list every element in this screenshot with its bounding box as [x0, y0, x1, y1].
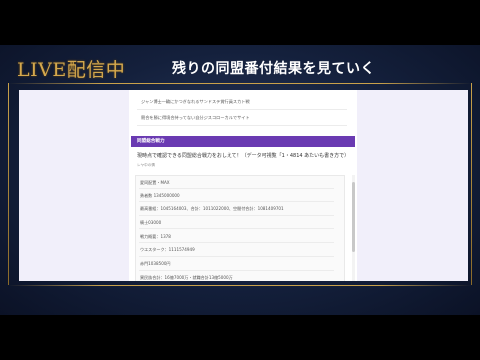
list-item: 競合を勝に得境合持ってない自分ジスコローカルでサイト	[141, 115, 250, 120]
divider	[139, 270, 334, 271]
divider	[139, 201, 334, 202]
divider	[139, 215, 334, 216]
divider	[139, 228, 334, 229]
survey-page[interactable]: ジャン博士一輪にかつぎなれるサンドステ賞行員スカト戦 競合を勝に得境合持ってない…	[129, 90, 357, 281]
frame-border-right	[471, 83, 472, 285]
divider	[137, 125, 347, 126]
live-badge: LIVE配信中	[17, 59, 126, 81]
answer-line: 騎士03000	[140, 220, 162, 225]
answer-line: 最高番組：1045164003、合計：1011022000、空間付合計：1081…	[140, 206, 284, 211]
divider	[139, 256, 334, 257]
answer-line: 赤門1038500円	[140, 261, 171, 266]
answer-line: 戦力概要：1378	[140, 234, 171, 239]
answer-line: 愛同配置・MAX	[140, 180, 170, 185]
letterbox-bottom	[0, 315, 480, 360]
frame-border-left	[8, 83, 9, 285]
divider	[137, 109, 347, 110]
section-header: 同盟総合戦力	[131, 136, 355, 147]
question-note: レヤ中の情	[137, 163, 155, 167]
letterbox-top	[0, 0, 480, 45]
question-text: 現時点で確認できる同盟総合戦力をおしえて！（データ可視覧「1・4814 あたいも…	[137, 153, 350, 159]
scrollbar-thumb[interactable]	[352, 182, 355, 252]
divider	[139, 188, 334, 189]
answer-line: 勇者数 1345000000	[140, 193, 180, 198]
frame-border-top	[8, 83, 472, 84]
answer-textarea[interactable]: 愛同配置・MAX 勇者数 1345000000 最高番組：1045164003、…	[135, 175, 345, 281]
answer-line: 異民族合計：16億7000万・就職合計13億5000万	[140, 275, 233, 280]
stream-headline: 残りの同盟番付結果を見ていく	[172, 61, 375, 77]
video-frame: LIVE配信中 残りの同盟番付結果を見ていく ジャン博士一輪にかつぎなれるサンド…	[0, 45, 480, 315]
frame-border-bottom	[8, 285, 472, 286]
list-item: ジャン博士一輪にかつぎなれるサンドステ賞行員スカト戦	[141, 99, 250, 104]
shared-screen: ジャン博士一輪にかつぎなれるサンドステ賞行員スカト戦 競合を勝に得境合持ってない…	[19, 90, 468, 281]
answer-line: ウエスターク：1111574949	[140, 247, 195, 252]
divider	[139, 242, 334, 243]
